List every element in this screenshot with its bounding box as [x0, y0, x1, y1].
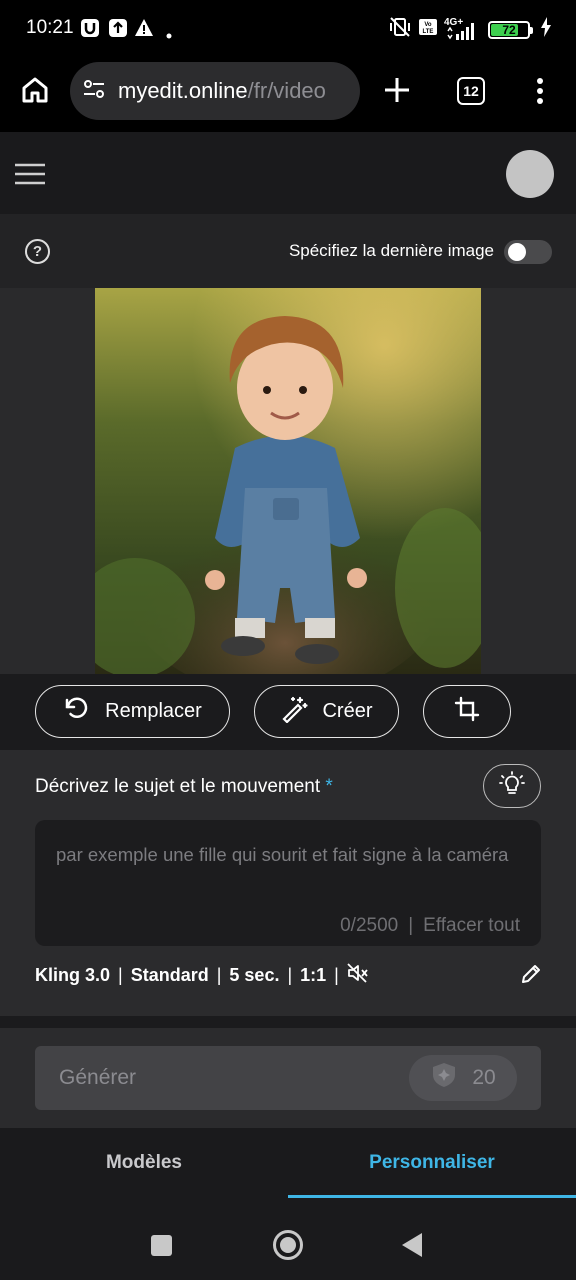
crop-button[interactable] [423, 685, 511, 738]
svg-text:Vo: Vo [424, 22, 432, 28]
image-actions: Remplacer Créer [0, 674, 576, 750]
back-icon[interactable] [402, 1233, 422, 1257]
dot-icon [166, 26, 172, 44]
toggle-knob [508, 243, 526, 261]
prompt-placeholder: par exemple une fille qui sourit et fait… [56, 844, 509, 865]
ratio-setting: 1:1 [300, 965, 327, 985]
bottom-tabs: Modèles Personnaliser [0, 1128, 576, 1198]
prompt-label-text: Décrivez le sujet et le mouvement [35, 776, 321, 797]
prompt-label: Décrivez le sujet et le mouvement * [35, 776, 333, 798]
section-divider [0, 1016, 576, 1028]
url-path: /fr/video [247, 78, 326, 103]
tab-models[interactable]: Modèles [0, 1128, 288, 1198]
avatar[interactable] [506, 150, 554, 198]
site-settings-icon[interactable] [82, 77, 106, 106]
new-tab-icon[interactable] [383, 76, 411, 109]
battery-level: 72 [502, 22, 516, 37]
status-time: 10:21 [26, 17, 74, 38]
generate-area: Générer 20 [0, 1028, 576, 1128]
uploaded-photo [95, 288, 481, 674]
last-image-label: Spécifiez la dernière image [288, 241, 494, 260]
settings-separator: | [334, 965, 339, 985]
volte-icon: Vo LTE [418, 17, 438, 42]
svg-text:LTE: LTE [423, 29, 434, 35]
tab-personnaliser[interactable]: Personnaliser [288, 1128, 576, 1198]
prompt-input[interactable]: par exemple une fille qui sourit et fait… [35, 820, 541, 946]
generate-button[interactable]: Générer 20 [35, 1046, 541, 1110]
home-icon[interactable] [20, 75, 50, 110]
prompt-idea-button[interactable] [483, 764, 541, 808]
required-mark: * [325, 776, 333, 797]
url-domain: myedit.online [118, 78, 248, 103]
battery-icon: 72 [488, 20, 533, 39]
generate-label: Générer [59, 1066, 137, 1089]
credit-cost: 20 [409, 1055, 517, 1101]
char-counter: 0/2500 [340, 915, 399, 936]
url-text: myedit.online/fr/video [118, 78, 326, 104]
hamburger-menu-icon[interactable] [15, 163, 45, 190]
upload-icon [108, 18, 128, 43]
system-nav-bar [0, 1198, 576, 1280]
u-app-icon [80, 18, 100, 43]
browser-toolbar: myedit.online/fr/video 12 [0, 58, 576, 132]
recent-apps-icon[interactable] [151, 1235, 172, 1256]
more-menu-icon[interactable] [536, 78, 544, 109]
replace-label: Remplacer [105, 700, 202, 722]
image-preview-area [0, 288, 576, 674]
credit-icon [430, 1061, 458, 1095]
settings-separator: | [118, 965, 123, 985]
help-icon[interactable]: ? [25, 239, 50, 264]
lightbulb-icon [499, 770, 525, 802]
last-image-toggle[interactable] [504, 240, 552, 264]
quality-setting: Standard [130, 965, 209, 985]
replace-icon [63, 695, 91, 729]
url-bar[interactable]: myedit.online/fr/video [70, 62, 360, 120]
credit-count: 20 [472, 1066, 496, 1089]
settings-separator: | [216, 965, 222, 985]
home-circle-icon[interactable] [273, 1230, 303, 1260]
tabs-icon[interactable]: 12 [457, 77, 485, 105]
model-name: Kling 3.0 [35, 965, 111, 985]
create-label: Créer [322, 700, 373, 722]
clear-all-button[interactable]: Effacer tout [423, 915, 520, 937]
last-image-row: ? Spécifiez la dernière image [0, 214, 576, 288]
prompt-panel: Décrivez le sujet et le mouvement * par … [0, 750, 576, 1016]
create-button[interactable]: Créer [254, 685, 399, 738]
warning-icon [134, 18, 154, 43]
status-right-group: Vo LTE 4G+ 72 [388, 15, 552, 44]
settings-separator: | [287, 965, 293, 985]
generation-settings[interactable]: Kling 3.0 | Standard | 5 sec. | 1:1 | [35, 963, 369, 988]
app-header [0, 132, 576, 214]
magic-wand-icon [280, 695, 309, 729]
counter-separator: | [408, 915, 414, 936]
duration-setting: 5 sec. [229, 965, 280, 985]
vibrate-off-icon [388, 15, 412, 44]
replace-button[interactable]: Remplacer [35, 685, 230, 738]
mute-icon [347, 963, 369, 988]
signal-icon: 4G+ [444, 17, 482, 41]
status-bar: 10:21 Vo LTE 4G+ 72 [0, 0, 576, 58]
pencil-icon[interactable] [520, 963, 542, 990]
prompt-footer: 0/2500 | Effacer tout [340, 915, 520, 937]
crop-icon [454, 696, 480, 728]
charging-icon [540, 17, 552, 42]
